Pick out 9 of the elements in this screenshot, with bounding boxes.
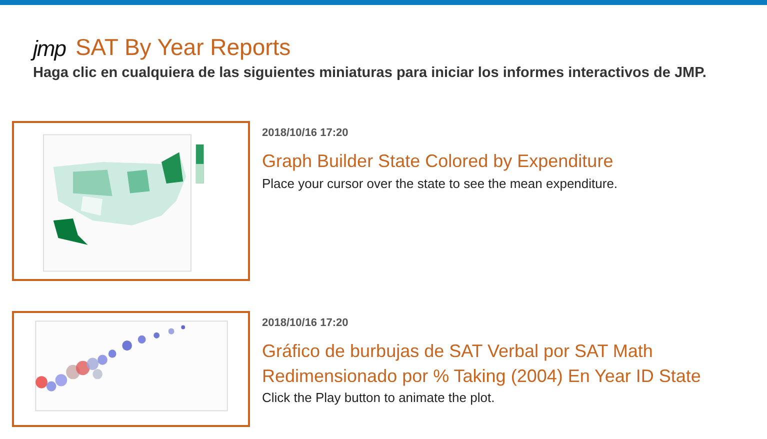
report-title[interactable]: Gráfico de burbujas de SAT Verbal por SAT Math Redimensionado por % Taking (2004) En Year ID State	[262, 339, 767, 388]
page-subtitle: Haga clic en cualquiera de las siguientes miniaturas para iniciar los informes interactivos de JMP.	[33, 65, 708, 82]
report-description: Click the Play button to animate the plot.	[262, 390, 496, 405]
logo: jmp	[33, 38, 66, 60]
report-title[interactable]: Graph Builder State Colored by Expenditure	[262, 149, 767, 174]
page-title: SAT By Year Reports	[75, 35, 291, 60]
report-date: 2018/10/16 17:20	[262, 317, 350, 330]
report-date: 2018/10/16 17:20	[262, 127, 350, 140]
report-description: Place your cursor over the state to see the mean expenditure.	[262, 176, 619, 191]
